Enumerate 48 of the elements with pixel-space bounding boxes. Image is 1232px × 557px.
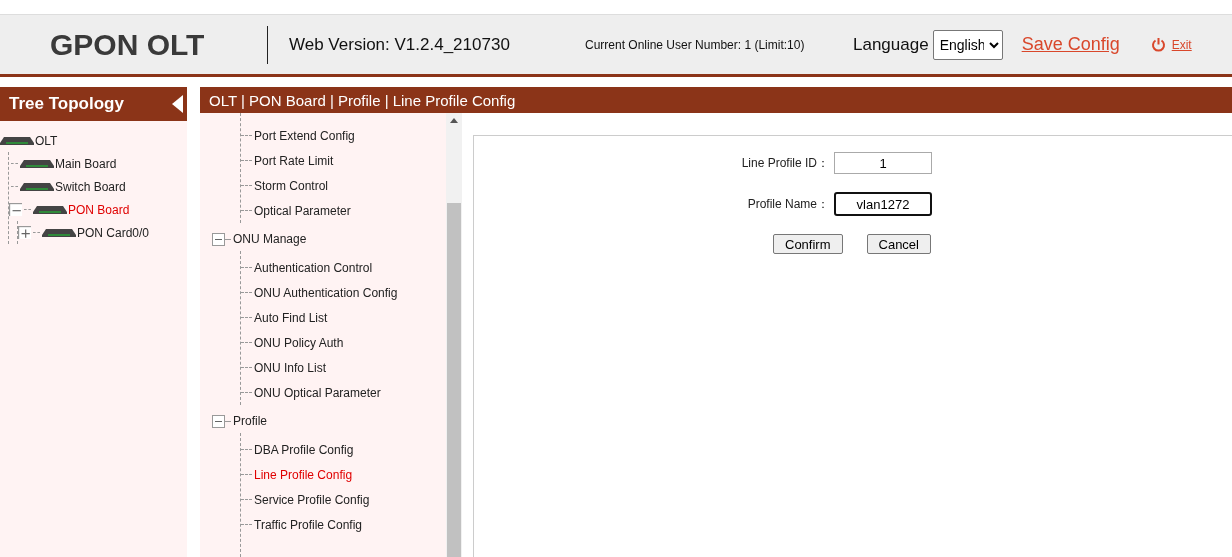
menu-group[interactable]: ONU Manage xyxy=(233,232,307,246)
menu-item[interactable]: Service Profile Config xyxy=(254,492,370,507)
menu-item[interactable]: Line Profile Config xyxy=(254,467,353,482)
menu-item[interactable]: Optical Parameter xyxy=(254,203,351,218)
menu-item[interactable]: Traffic Profile Config xyxy=(254,517,363,532)
device-icon xyxy=(20,182,54,191)
device-icon xyxy=(33,205,67,214)
tree-item[interactable]: Switch Board xyxy=(55,179,126,194)
device-icon xyxy=(0,136,34,145)
menu-item[interactable]: ONU Info List xyxy=(254,360,327,375)
device-icon xyxy=(20,159,54,168)
minus-box-icon[interactable] xyxy=(212,414,225,428)
menu-item[interactable]: DBA Profile Config xyxy=(254,442,354,457)
dialog-button[interactable]: Confirm xyxy=(773,234,843,254)
sidebar-title: Tree Topology xyxy=(9,94,125,114)
app-title: GPON OLT xyxy=(50,27,206,62)
field-label: Line Profile ID： xyxy=(740,154,830,172)
menu-item[interactable]: ONU Policy Auth xyxy=(254,335,344,350)
scrollbar[interactable] xyxy=(446,113,462,557)
menu-item[interactable]: Auto Find List xyxy=(254,310,328,325)
minus-box-icon[interactable] xyxy=(9,203,22,216)
tree-item[interactable]: OLT xyxy=(35,133,58,148)
scroll-up-icon[interactable] xyxy=(450,118,458,123)
input-field[interactable]: 1 xyxy=(834,152,932,174)
tree-item[interactable]: PON Board xyxy=(68,202,130,217)
dialog-button[interactable]: Cancel xyxy=(866,234,931,254)
menu-item[interactable]: Port Rate Limit xyxy=(254,153,334,168)
plus-box-icon[interactable] xyxy=(18,226,31,239)
input-field[interactable]: vlan1272 xyxy=(834,192,932,216)
exit-link[interactable]: Exit xyxy=(1171,37,1192,52)
menu-item[interactable]: Port Extend Config xyxy=(254,128,355,143)
language-label: Language xyxy=(853,34,929,55)
minus-box-icon[interactable] xyxy=(212,232,225,246)
online-user-count: Current Online User Number: 1 (Limit:10) xyxy=(585,37,806,52)
tree-item[interactable]: PON Card0/0 xyxy=(77,225,150,240)
web-version: Web Version: V1.2.4_210730 xyxy=(289,34,511,55)
menu-item[interactable]: ONU Optical Parameter xyxy=(254,385,381,400)
breadcrumb: OLT | PON Board | Profile | Line Profile Config xyxy=(209,91,516,109)
menu-item[interactable]: ONU Authentication Config xyxy=(254,285,398,300)
power-icon[interactable] xyxy=(1150,37,1166,52)
menu-item[interactable]: Storm Control xyxy=(254,178,329,193)
tree-item[interactable]: Main Board xyxy=(55,156,117,171)
device-icon xyxy=(42,228,76,237)
menu-item[interactable]: Authentication Control xyxy=(254,260,373,275)
collapse-icon[interactable] xyxy=(172,95,183,113)
menu-group[interactable]: Profile xyxy=(233,414,267,428)
save-config-link[interactable]: Save Config xyxy=(1021,34,1120,55)
field-label: Profile Name： xyxy=(746,195,830,213)
